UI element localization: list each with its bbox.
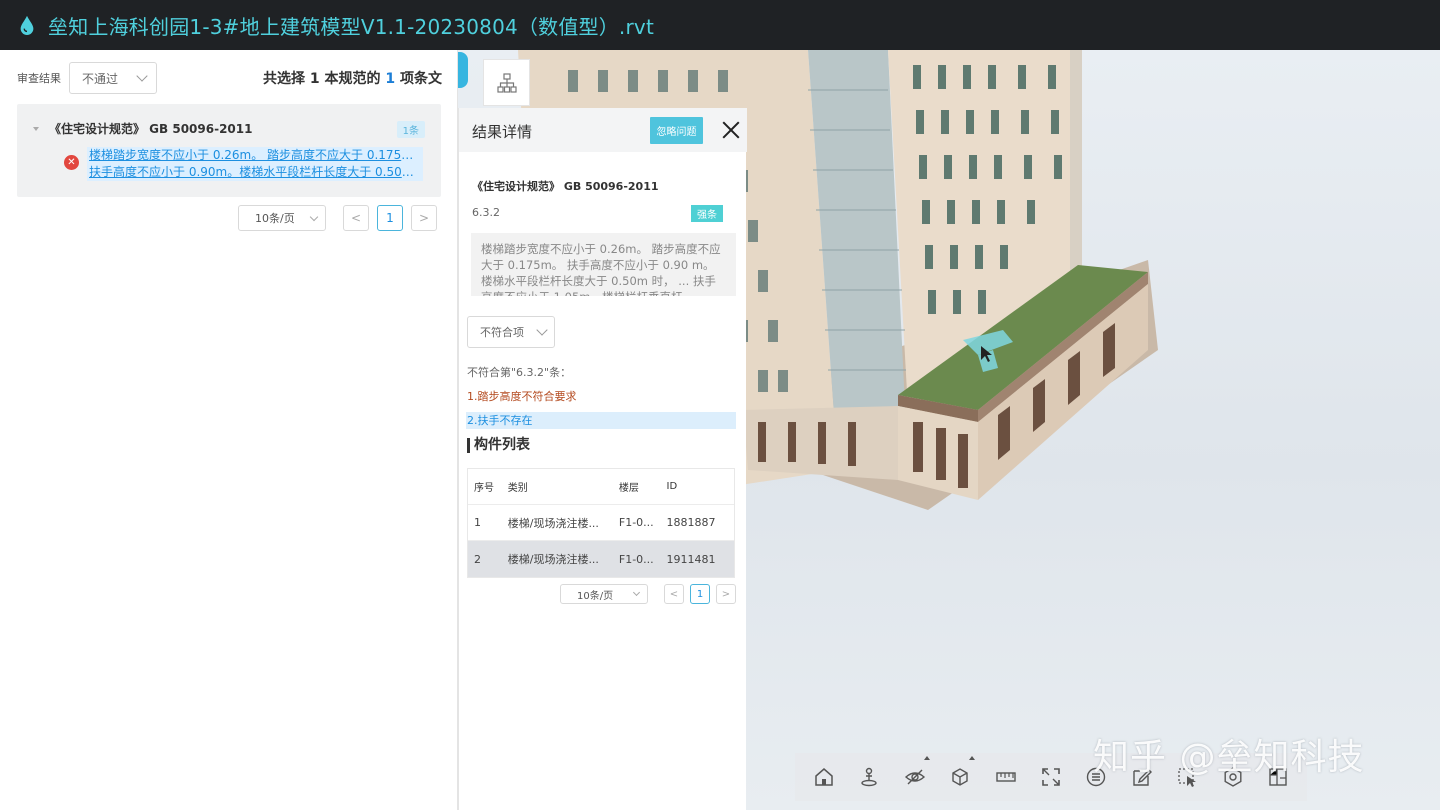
hide-button[interactable] [900,756,930,792]
rule-text-line2: 扶手高度不应小于 0.90m。楼梯水平段栏杆长度大于 0.50m... [89,165,421,179]
page-size-select[interactable]: 10条/页 [238,205,326,231]
close-icon[interactable] [720,119,742,141]
cell-floor: F1-0... [618,516,654,529]
section-box-button[interactable] [945,756,976,792]
page-size-select[interactable]: 10条/页 [560,584,648,604]
noncompliance-label: 不符合第"6.3.2"条： [467,366,572,379]
home-icon [814,768,833,786]
window-title: 垒知上海科创园1-3#地上建筑模型V1.1-20230804（数值型）.rvt [48,14,654,39]
home-view-button[interactable] [809,762,839,792]
prev-page-button[interactable]: < [343,205,369,231]
filter-label: 审查结果 [17,72,61,85]
left-pagination: 10条/页 < 1 > [238,205,437,231]
chevron-down-icon [136,70,148,82]
filter-row: 审查结果 不通过 共选择 1 本规范的 1 项条文 [17,62,442,94]
rule-count-badge: 1条 [396,121,425,138]
panel-collapse-handle[interactable] [458,52,468,88]
person-navigate-button[interactable] [854,762,884,792]
title-bar: 垒知上海科创园1-3#地上建筑模型V1.1-20230804（数值型）.rvt [0,0,1440,50]
clause-description: 楼梯踏步宽度不应小于 0.26m。 踏步高度不应大于 0.175m。 扶手高度不… [471,233,736,296]
result-filter-select[interactable]: 不通过 [69,62,157,94]
column-header: 楼层 [618,483,639,494]
column-header: ID [666,481,678,492]
cell-index: 1 [474,516,481,529]
measure-icon [995,772,1016,782]
cell-index: 2 [474,552,481,566]
hide-icon [904,769,925,785]
cell-category: 楼梯/现场浇注楼... [507,553,599,566]
cell-id: 1881887 [666,516,716,529]
table-row-selected[interactable]: 2 楼梯/现场浇注楼... F1-0... 1911481 [468,541,734,577]
column-header: 类别 [507,483,528,494]
next-page-button[interactable]: > [716,584,736,604]
prev-page-button[interactable]: < [664,584,684,604]
summary-prefix: 共选择 1 本规范的 [263,71,386,87]
clause-number: 6.3.2 [472,206,500,219]
section-box-icon [952,768,968,786]
summary-suffix: 项条文 [395,71,442,87]
status-select-wrapper: 不符合项 [467,316,555,348]
page-size-value: 10条/页 [255,212,295,225]
mandatory-badge: 强条 [691,205,723,222]
component-list-title: 构件列表 [467,438,530,453]
page-size-value: 10条/页 [577,590,614,602]
noncompliance-item[interactable]: 1.踏步高度不符合要求 [467,388,577,404]
rule-text-line1: 楼梯踏步宽度不应小于 0.26m。 踏步高度不应大于 0.175m。 [89,148,421,162]
cell-floor: F1-0... [618,552,654,566]
result-detail-panel: 结果详情 忽略问题 《住宅设计规范》 GB 50096-2011 6.3.2 强… [458,108,747,810]
rule-group-header[interactable]: 《住宅设计规范》 GB 50096-2011 [33,120,252,137]
table-row[interactable]: 1 楼梯/现场浇注楼... F1-0... 1881887 [468,505,734,541]
hierarchy-icon [496,72,517,93]
chevron-down-icon [536,324,548,336]
rule-clause-link[interactable]: 楼梯踏步宽度不应小于 0.26m。 踏步高度不应大于 0.175m。 扶手高度不… [87,147,423,181]
app-logo-icon [20,15,34,35]
model-tree-button[interactable] [483,59,530,106]
submenu-indicator-icon [969,756,976,760]
expand-caret-icon[interactable] [33,126,39,131]
status-value: 不符合项 [480,326,524,339]
table-header-row: 序号 类别 楼层 ID [468,469,734,505]
error-icon: ✕ [64,155,79,170]
detail-title: 结果详情 [472,123,533,141]
selection-summary: 共选择 1 本规范的 1 项条文 [263,68,442,88]
page-1-button[interactable]: 1 [690,584,710,604]
submenu-indicator-icon [923,756,930,760]
person-navigate-icon [861,767,877,787]
measure-button[interactable] [991,762,1021,792]
ignore-issue-button[interactable]: 忽略问题 [650,117,703,144]
detail-header: 结果详情 忽略问题 [459,108,747,152]
page-1-button[interactable]: 1 [377,205,403,231]
component-table: 序号 类别 楼层 ID 1 楼梯/现场浇注楼... F1-0... 188188… [467,468,735,578]
fullscreen-button[interactable] [1036,762,1066,792]
summary-count: 1 [385,71,396,87]
noncompliance-item-selected[interactable]: 2.扶手不存在 [466,412,736,429]
fullscreen-icon [1042,768,1060,786]
chevron-down-icon [309,212,319,221]
standard-name: 《住宅设计规范》 GB 50096-2011 [472,180,659,193]
cell-id: 1911481 [666,552,716,566]
compliance-status-select[interactable]: 不符合项 [467,316,555,348]
next-page-button[interactable]: > [411,205,437,231]
review-results-panel: 审查结果 不通过 共选择 1 本规范的 1 项条文 《住宅设计规范》 GB 50… [0,50,458,810]
watermark-text: 知乎 @垒知科技 [1093,737,1365,778]
rule-group-card[interactable]: 《住宅设计规范》 GB 50096-2011 1条 ✕ 楼梯踏步宽度不应小于 0… [17,104,441,197]
detail-pagination: 10条/页 < 1 > [560,584,736,604]
cell-category: 楼梯/现场浇注楼... [507,516,599,530]
rule-group-title: 《住宅设计规范》 GB 50096-2011 [49,122,253,136]
column-header: 序号 [474,483,494,494]
chevron-down-icon [632,588,641,597]
result-filter-value: 不通过 [82,71,119,86]
